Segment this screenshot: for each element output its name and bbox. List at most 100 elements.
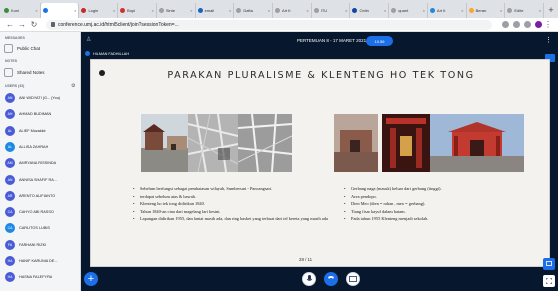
tab-close-icon[interactable]: × <box>461 8 463 13</box>
tab-favicon <box>42 8 48 13</box>
user-name: AMRYANA RISSINDA <box>19 161 57 166</box>
avatar: CA <box>5 207 15 218</box>
browser-tab[interactable]: Bopi × <box>118 3 157 18</box>
slide-bullet: terdapat sebelum atas & bawah. <box>133 193 338 201</box>
user-name: AHMAD BUDIMAN <box>19 112 52 117</box>
microphone-button[interactable] <box>302 272 316 286</box>
notes-icon <box>4 68 13 77</box>
tab-close-icon[interactable]: × <box>345 8 347 13</box>
tab-close-icon[interactable]: × <box>539 8 541 13</box>
gear-icon[interactable]: ⚙ <box>71 83 75 89</box>
browser-tab[interactable]: Kuni × <box>2 3 41 18</box>
tab-label: Art It <box>282 8 291 13</box>
back-icon[interactable]: ← <box>4 20 16 29</box>
extension-icon[interactable] <box>513 21 520 28</box>
tab-close-icon[interactable]: × <box>152 8 154 13</box>
user-name: ALIEF Muzakkir <box>19 128 46 133</box>
browser-tab[interactable]: Edite × <box>505 3 545 18</box>
browser-tab[interactable]: Onlin × <box>350 3 390 18</box>
user-list-item[interactable]: HA HANIF KARUNIA DE... <box>5 256 79 266</box>
tab-favicon <box>352 8 358 13</box>
user-list-item[interactable]: AN ANNISA SHAFIF RA... <box>5 174 79 185</box>
presenter-label: HILMAN FADHILLAH <box>85 51 129 56</box>
tab-close-icon[interactable]: × <box>306 8 308 13</box>
user-list-item[interactable]: AR ARENTO ALIFIANTO <box>5 190 79 201</box>
tab-close-icon[interactable]: × <box>113 8 115 13</box>
shared-notes-item[interactable]: Shared Notes <box>4 68 45 77</box>
messages-section-title: MESSAGES <box>5 36 25 40</box>
avatar: AR <box>5 190 15 201</box>
presentation-toggle-button[interactable] <box>543 258 555 270</box>
actions-plus-button[interactable]: + <box>84 272 98 286</box>
user-name: CAHYO ABI RASSO <box>19 210 54 215</box>
tab-label: quant <box>398 8 409 13</box>
slide-bullet: Pada tahun 1955 Klenteng menjadi sekolah… <box>344 215 544 223</box>
lock-icon <box>51 22 55 27</box>
user-list-item[interactable]: CA CAHYO ABI RASSO <box>5 207 79 218</box>
tab-close-icon[interactable]: × <box>74 8 76 13</box>
screen-share-icon <box>349 275 357 282</box>
tab-close-icon[interactable]: × <box>190 8 192 13</box>
notes-section-title: NOTES <box>5 59 18 63</box>
fullscreen-button[interactable] <box>543 275 555 287</box>
browser-tab[interactable]: email × <box>196 3 235 18</box>
user-list-item[interactable]: AH AHMAD BUDIMAN <box>5 109 79 120</box>
tab-label: ITU <box>320 8 328 13</box>
user-list-item[interactable]: AN ANI WIDYATI (G... (You) <box>5 93 79 103</box>
new-tab-button[interactable]: + <box>544 3 558 18</box>
tab-close-icon[interactable]: × <box>500 8 502 13</box>
public-chat-item[interactable]: Public Chat <box>4 44 40 53</box>
phone-icon <box>328 276 334 279</box>
tab-close-icon[interactable]: × <box>35 8 37 13</box>
user-list-item[interactable]: HA HASNA FALEFYRA <box>5 272 79 283</box>
microphone-icon <box>306 275 312 281</box>
recording-indicator[interactable]: 10.56 <box>366 36 393 46</box>
avatar: AM <box>5 158 15 169</box>
fullscreen-icon <box>546 278 552 284</box>
tab-label: Edite <box>514 8 524 13</box>
street-map-photo <box>238 114 292 172</box>
user-list-item[interactable]: FA FARHANI RIZKI <box>5 239 79 250</box>
slide-bullet: Lapangan didirikan 1955, dan lantai masi… <box>133 215 338 223</box>
tab-label: Sinte <box>165 8 175 13</box>
user-list-item[interactable]: AL ALLISA ZAHRAH <box>5 141 79 152</box>
tab-close-icon[interactable]: × <box>384 8 386 13</box>
profile-avatar[interactable] <box>535 21 542 28</box>
user-name: ALLISA ZAHRAH <box>19 144 49 149</box>
reload-icon[interactable]: ↻ <box>28 20 40 29</box>
user-list-item[interactable]: CA CARLITOS LUBIS <box>5 223 79 234</box>
browser-tab[interactable]: Art It × <box>428 3 467 18</box>
avatar: HA <box>5 272 15 283</box>
browser-tab[interactable]: Beran × <box>467 3 506 18</box>
extension-icon[interactable] <box>502 21 509 28</box>
tab-close-icon[interactable]: × <box>229 8 231 13</box>
address-bar: ← → ↻ conference.umj.ac.id/html5client/j… <box>0 18 558 32</box>
browser-tab[interactable]: quant × <box>389 3 428 18</box>
public-chat-label: Public Chat <box>17 46 41 51</box>
user-list-item[interactable]: AL ALIEF Muzakkir <box>5 125 79 136</box>
temple-street-photo <box>141 114 188 172</box>
url-field[interactable]: conference.umj.ac.id/html5client/join?se… <box>46 19 492 30</box>
slide-bullet: Tiang fisar kayul dalam batam. <box>344 208 544 216</box>
screen-share-button[interactable] <box>346 272 360 286</box>
presenter-name: HILMAN FADHILLAH <box>93 51 130 56</box>
audio-button[interactable] <box>324 272 338 286</box>
user-list-item[interactable]: AM AMRYANA RISSINDA <box>5 158 79 169</box>
browser-tab[interactable]: Dafta × <box>234 3 274 18</box>
browser-tab[interactable]: × <box>40 3 80 18</box>
tab-close-icon[interactable]: × <box>423 8 425 13</box>
browser-tab[interactable]: Login × <box>79 3 119 18</box>
forward-icon[interactable]: → <box>16 20 28 29</box>
extension-icon[interactable] <box>524 21 531 28</box>
slide-page-number: 28 / 11 <box>299 257 313 262</box>
browser-tab[interactable]: Sinte × <box>157 3 196 18</box>
tab-favicon <box>81 8 87 13</box>
recording-time: 10.56 <box>374 38 385 44</box>
browser-tab[interactable]: ITU × <box>312 3 351 18</box>
users-section-title: USERS (33) <box>5 84 25 88</box>
options-icon[interactable]: ⋮ <box>545 36 552 44</box>
browser-tab[interactable]: Art It × <box>273 3 312 18</box>
tab-close-icon[interactable]: × <box>268 8 270 13</box>
menu-kebab-icon[interactable]: ⋮ <box>542 20 554 29</box>
tab-favicon <box>4 8 9 13</box>
